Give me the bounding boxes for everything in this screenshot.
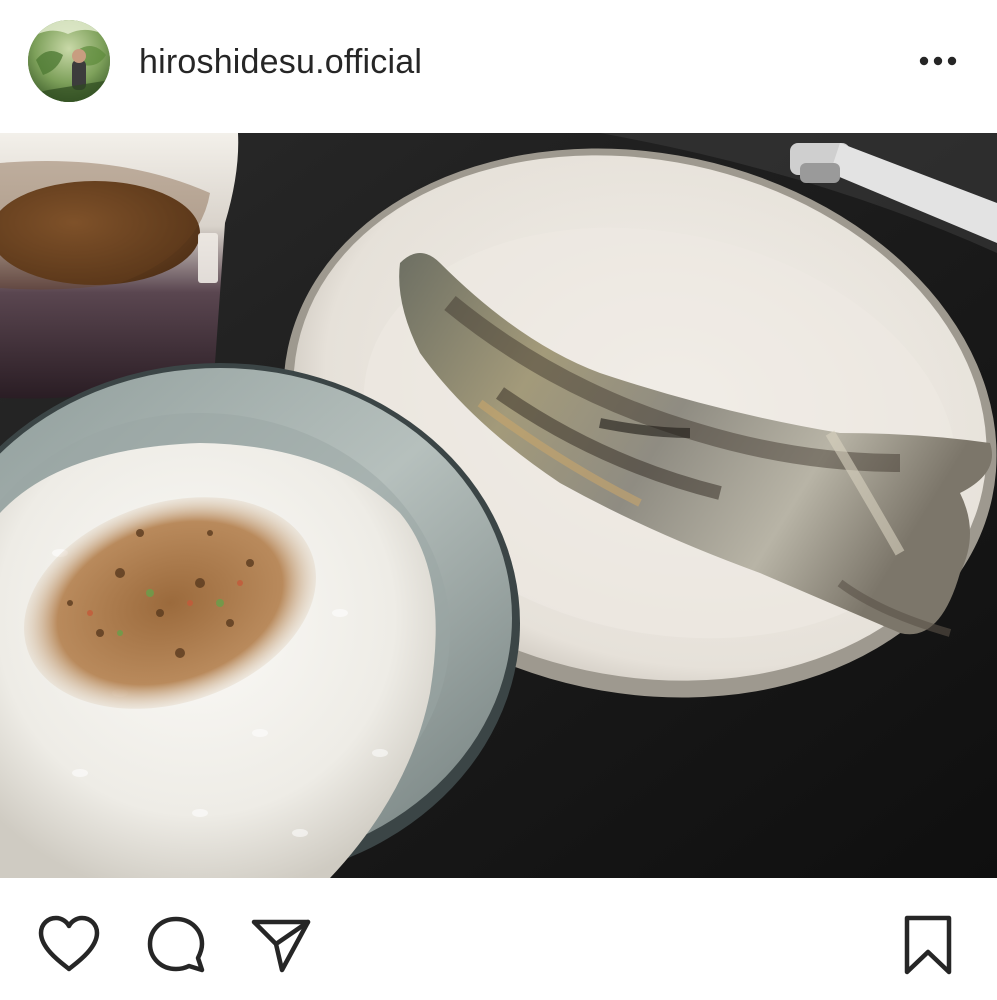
save-button[interactable] [901, 914, 955, 976]
heart-icon [38, 915, 100, 972]
comment-bubble-icon [147, 916, 205, 973]
avatar-image [28, 20, 110, 102]
comment-button[interactable] [145, 914, 207, 976]
food-photo [0, 133, 997, 878]
post-header: hiroshidesu.official [0, 0, 997, 133]
username[interactable]: hiroshidesu.official [139, 40, 422, 84]
share-button[interactable] [250, 916, 312, 974]
like-button[interactable] [36, 914, 102, 974]
bookmark-icon [904, 915, 952, 975]
avatar[interactable] [28, 20, 110, 102]
post-photo[interactable] [0, 133, 997, 878]
ellipsis-icon [919, 56, 957, 66]
post-actions [0, 878, 997, 1000]
more-options-button[interactable] [912, 45, 964, 77]
paper-plane-icon [251, 919, 311, 973]
